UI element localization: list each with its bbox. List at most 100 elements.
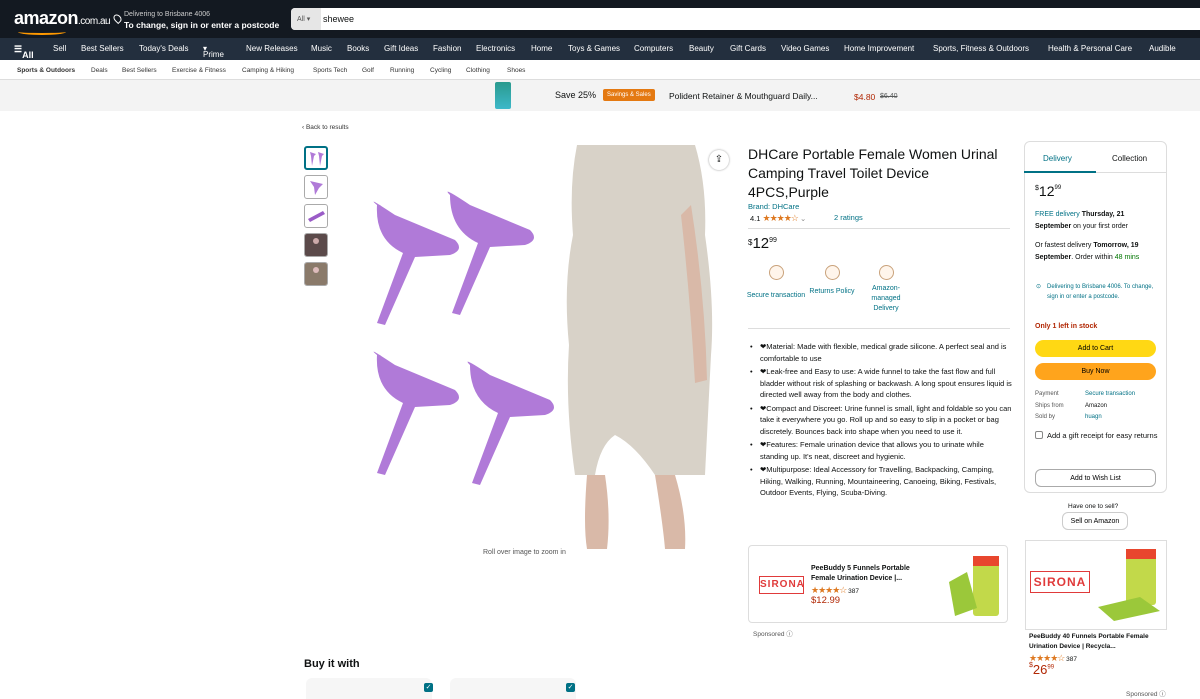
- chevron-down-icon: ⌄: [799, 214, 807, 223]
- image-thumbnails: [304, 146, 328, 291]
- thumbnail[interactable]: [304, 204, 328, 228]
- secure-transaction-link[interactable]: Secure transaction: [1085, 391, 1135, 397]
- search-input[interactable]: [323, 10, 1183, 28]
- buy-now-button[interactable]: Buy Now: [1035, 363, 1156, 380]
- nav-item[interactable]: Audible: [1149, 44, 1176, 53]
- subnav-item[interactable]: Sports & Outdoors: [17, 67, 75, 74]
- bundle-item-card[interactable]: [306, 678, 432, 699]
- promo-old-price: $6.40: [880, 93, 898, 100]
- subnav-item[interactable]: Best Sellers: [122, 67, 157, 74]
- bullet-item: ❤Compact and Discreet: Urine funnel is s…: [750, 403, 1012, 438]
- nav-item[interactable]: Health & Personal Care: [1048, 44, 1132, 53]
- nav-item[interactable]: Books: [347, 44, 369, 53]
- nav-item[interactable]: Home: [531, 44, 552, 53]
- feature-amazon-delivery[interactable]: Amazon-managed Delivery: [856, 263, 916, 321]
- share-icon[interactable]: ⇪: [709, 150, 729, 170]
- ad-title[interactable]: PeeBuddy 5 Funnels Portable Female Urina…: [811, 564, 931, 584]
- bullet-item: ❤Multipurpose: Ideal Accessory for Trave…: [750, 464, 1012, 499]
- category-subnav: Sports & Outdoors Deals Best Sellers Exe…: [0, 60, 1200, 80]
- nav-item[interactable]: Gift Cards: [730, 44, 766, 53]
- promo-banner[interactable]: Save 25% Savings & Sales Polident Retain…: [0, 80, 1200, 111]
- nav-item[interactable]: Fashion: [433, 44, 461, 53]
- sell-on-amazon-button[interactable]: Sell on Amazon: [1062, 512, 1128, 530]
- tab-delivery[interactable]: Delivery: [1043, 154, 1072, 163]
- gift-receipt-option[interactable]: Add a gift receipt for easy returns: [1035, 430, 1160, 441]
- promo-product-image: [495, 82, 511, 109]
- promo-product-name[interactable]: Polident Retainer & Mouthguard Daily...: [669, 91, 818, 101]
- feature-returns-policy[interactable]: Returns Policy: [802, 263, 862, 301]
- subnav-item[interactable]: Running: [390, 67, 414, 74]
- subnav-item[interactable]: Shoes: [507, 67, 525, 74]
- nav-item[interactable]: Music: [311, 44, 332, 53]
- subnav-item[interactable]: Camping & Hiking: [242, 67, 294, 74]
- nav-item[interactable]: Sports, Fitness & Outdoors: [933, 44, 1029, 53]
- buy-it-with-heading: Buy it with: [304, 658, 360, 670]
- subnav-item[interactable]: Sports Tech: [313, 67, 347, 74]
- thumbnail[interactable]: [304, 175, 328, 199]
- subnav-item[interactable]: Cycling: [430, 67, 451, 74]
- nav-item[interactable]: Gift Ideas: [384, 44, 418, 53]
- tab-collection[interactable]: Collection: [1112, 154, 1147, 163]
- seller-link[interactable]: huagn: [1085, 414, 1102, 420]
- delivering-to-text: Delivering to Brisbane 4006: [124, 11, 210, 18]
- delivery-truck-icon: [878, 265, 894, 280]
- divider: [748, 228, 1010, 229]
- thumbnail[interactable]: [304, 233, 328, 257]
- subnav-item[interactable]: Deals: [91, 67, 108, 74]
- product-price: $1299: [748, 235, 777, 252]
- main-product-image[interactable]: [355, 145, 735, 549]
- nav-item-prime[interactable]: Prime ▾: [203, 44, 224, 59]
- deliver-to-link[interactable]: ⊙ Delivering to Brisbane 4006. To change…: [1035, 282, 1160, 302]
- ad-title[interactable]: PeeBuddy 40 Funnels Portable Female Urin…: [1029, 632, 1164, 652]
- bundle-item-card[interactable]: [450, 678, 576, 699]
- thumbnail[interactable]: [304, 146, 328, 170]
- brand-link[interactable]: Brand: DHCare: [748, 202, 799, 211]
- nav-item[interactable]: Best Sellers: [81, 44, 124, 53]
- ad-price: $2699: [1029, 662, 1055, 677]
- promo-badge: Savings & Sales: [603, 89, 655, 101]
- nav-item[interactable]: Electronics: [476, 44, 515, 53]
- gift-checkbox[interactable]: [1035, 431, 1043, 439]
- delivery-location[interactable]: Delivering to Brisbane 4006 To change, s…: [111, 10, 279, 30]
- sirona-logo: SIRONA: [1030, 571, 1090, 593]
- nav-item[interactable]: Beauty: [689, 44, 714, 53]
- nav-item[interactable]: Home Improvement: [844, 44, 914, 53]
- subnav-item[interactable]: Exercise & Fitness: [172, 67, 226, 74]
- product-title: DHCare Portable Female Women Urinal Camp…: [748, 146, 998, 200]
- rating-summary[interactable]: 4.1 ★★★★☆ ⌄: [750, 213, 806, 224]
- feature-secure-transaction[interactable]: Secure transaction: [746, 263, 806, 301]
- nav-item[interactable]: Video Games: [781, 44, 829, 53]
- add-to-wishlist-button[interactable]: Add to Wish List: [1035, 469, 1156, 487]
- ratings-count-link[interactable]: 2 ratings: [834, 213, 863, 222]
- sponsored-label[interactable]: Sponsored ⓘ: [753, 628, 793, 638]
- nav-item[interactable]: Sell: [53, 44, 66, 53]
- nav-item[interactable]: New Releases: [246, 44, 298, 53]
- have-one-to-sell: Have one to sell?: [1068, 503, 1119, 510]
- bundle-checkbox[interactable]: ✓: [566, 683, 575, 692]
- amazon-logo[interactable]: amazon.com.au: [14, 8, 111, 35]
- nav-item[interactable]: Today's Deals: [139, 44, 189, 53]
- sponsored-side-ad[interactable]: SIRONA: [1025, 540, 1167, 630]
- stock-status: Only 1 left in stock: [1035, 323, 1098, 330]
- zoom-hint: Roll over image to zoom in: [483, 549, 566, 556]
- bundle-checkbox[interactable]: ✓: [424, 683, 433, 692]
- subnav-item[interactable]: Clothing: [466, 67, 490, 74]
- sirona-logo: SIRONA: [759, 576, 804, 594]
- subnav-item[interactable]: Golf: [362, 67, 374, 74]
- nav-item[interactable]: Computers: [634, 44, 673, 53]
- top-bar: amazon.com.au Delivering to Brisbane 400…: [0, 0, 1200, 38]
- search-category-dropdown[interactable]: All ▾: [291, 8, 321, 30]
- sponsored-ad-card[interactable]: SIRONA PeeBuddy 5 Funnels Portable Femal…: [748, 545, 1008, 623]
- sponsored-label[interactable]: Sponsored ⓘ: [1126, 688, 1166, 698]
- all-menu-button[interactable]: ☰ All: [14, 44, 34, 60]
- nav-item[interactable]: Toys & Games: [568, 44, 620, 53]
- thumbnail[interactable]: [304, 262, 328, 286]
- add-to-cart-button[interactable]: Add to Cart: [1035, 340, 1156, 357]
- lock-icon: [768, 265, 784, 280]
- feature-bullets: ❤Material: Made with flexible, medical g…: [750, 341, 1012, 501]
- payment-row: Payment Secure transaction: [1035, 391, 1136, 397]
- bullet-item: ❤Material: Made with flexible, medical g…: [750, 341, 1012, 364]
- fastest-delivery-info: Or fastest delivery Tomorrow, 19 Septemb…: [1035, 242, 1140, 261]
- back-to-results-link[interactable]: ‹ Back to results: [302, 124, 349, 131]
- rating-stars-icon: ★★★★☆: [762, 213, 799, 223]
